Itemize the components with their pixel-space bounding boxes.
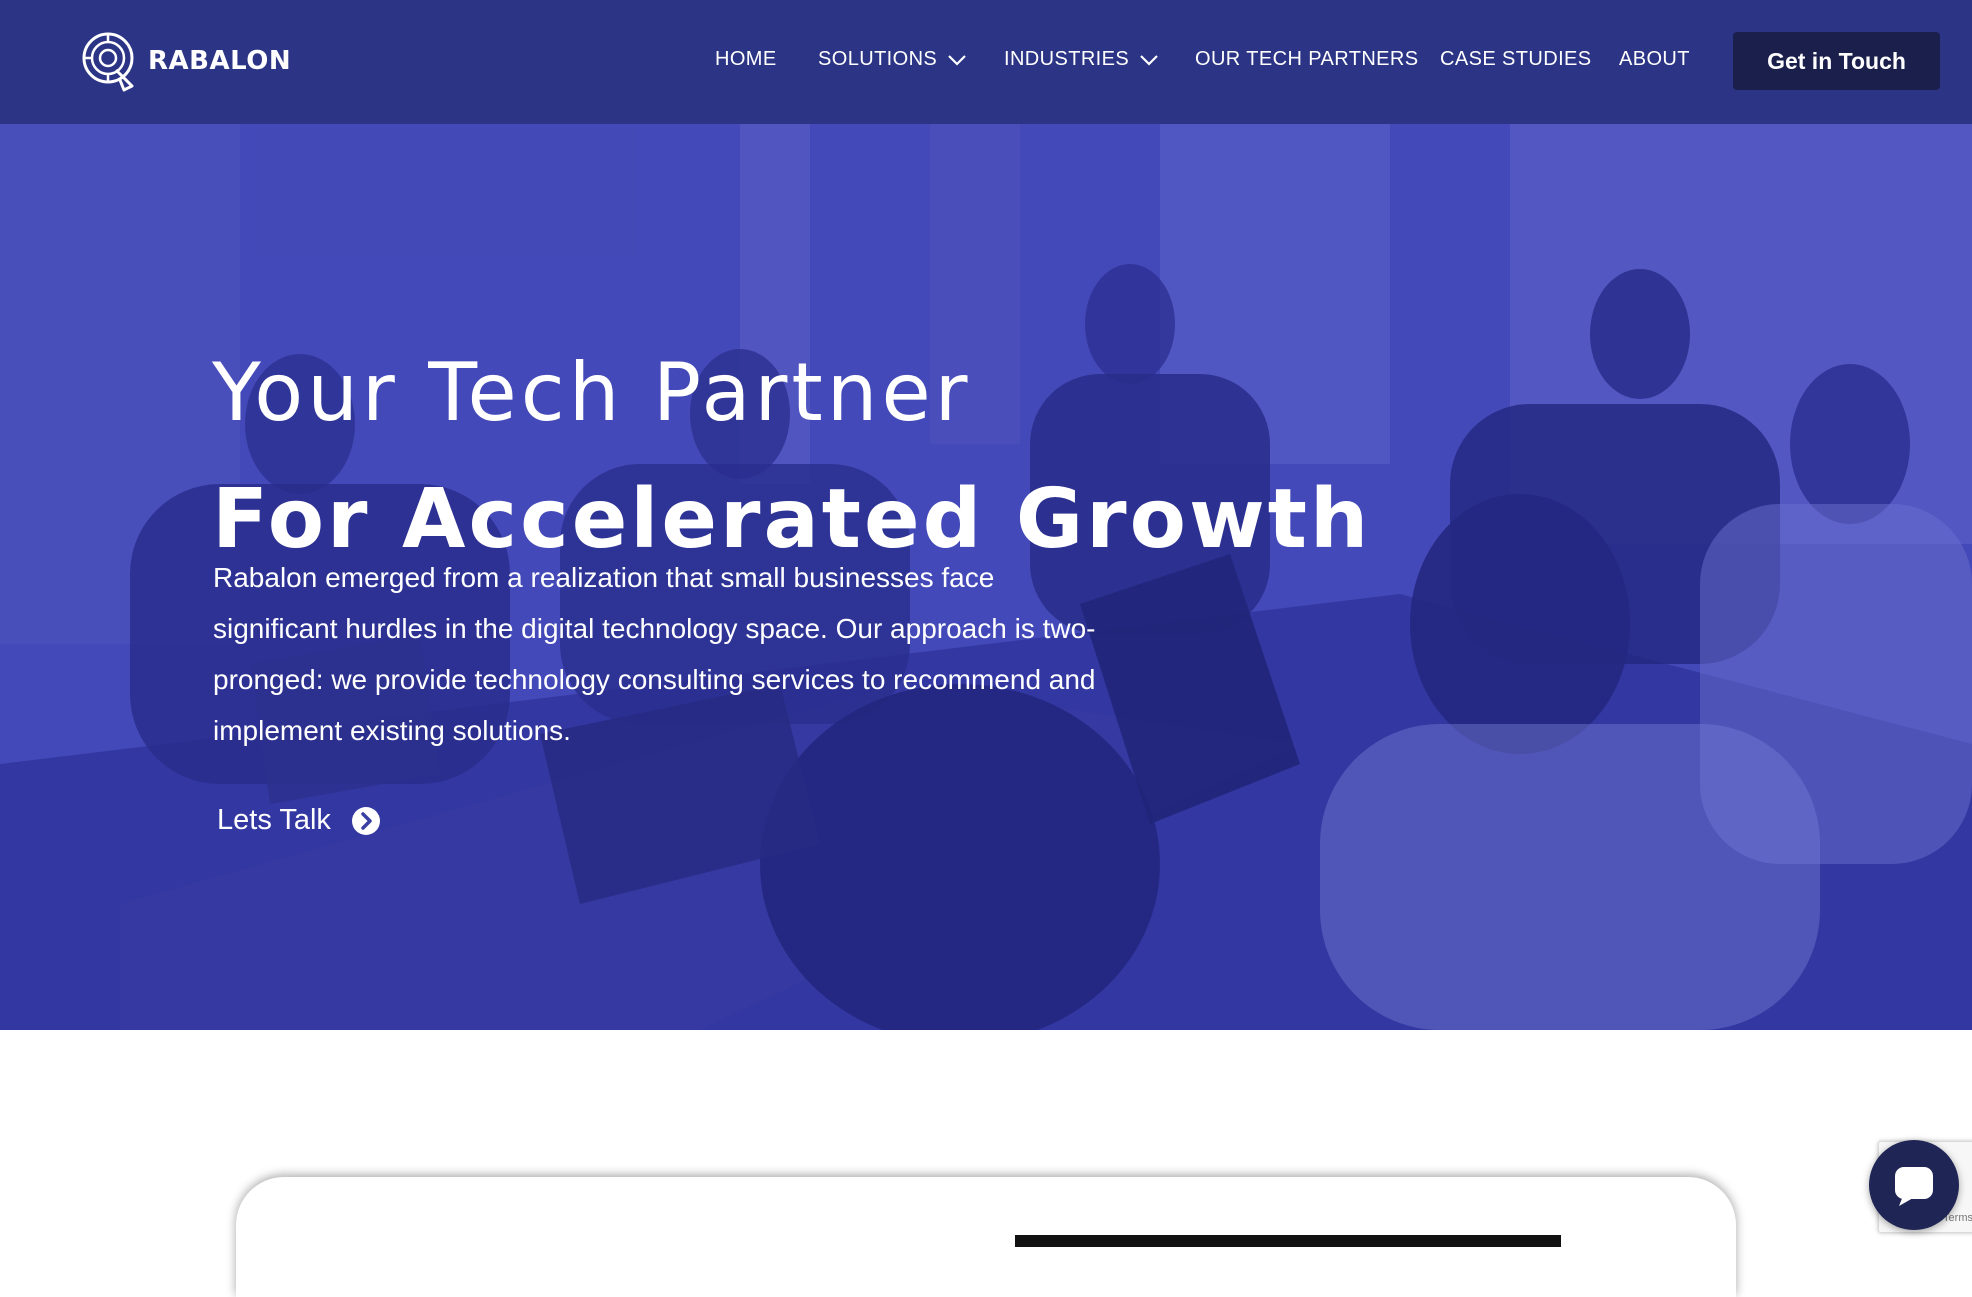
get-in-touch-button[interactable]: Get in Touch bbox=[1733, 32, 1940, 90]
nav-solutions[interactable]: SOLUTIONS bbox=[818, 48, 967, 71]
lets-talk-button[interactable]: Lets Talk bbox=[217, 804, 381, 837]
main-nav: HOME SOLUTIONS INDUSTRIES OUR TECH PARTN… bbox=[0, 0, 1972, 124]
nav-tech-partners[interactable]: OUR TECH PARTNERS bbox=[1195, 48, 1419, 71]
hero-section: Your Tech Partner For Accelerated Growth… bbox=[0, 124, 1972, 1030]
chat-widget-button[interactable] bbox=[1869, 1140, 1959, 1230]
nav-tech-partners-label: OUR TECH PARTNERS bbox=[1195, 48, 1419, 70]
hero-description: Rabalon emerged from a realization that … bbox=[213, 562, 1096, 746]
chat-bubble-icon bbox=[1895, 1167, 1933, 1206]
video-frame-top bbox=[1015, 1235, 1561, 1247]
chevron-down-icon bbox=[1140, 54, 1158, 66]
nav-case-studies[interactable]: CASE STUDIES bbox=[1440, 48, 1592, 71]
site-header: RABALON HOME SOLUTIONS INDUSTRIES OUR TE… bbox=[0, 0, 1972, 124]
hero-title-line-1: Your Tech Partner bbox=[212, 345, 972, 439]
nav-solutions-label: SOLUTIONS bbox=[818, 48, 938, 70]
nav-about[interactable]: ABOUT bbox=[1619, 48, 1690, 71]
nav-case-studies-label: CASE STUDIES bbox=[1440, 48, 1592, 70]
chevron-down-icon bbox=[948, 54, 966, 66]
arrow-circle-right-icon bbox=[351, 806, 380, 835]
nav-industries-label: INDUSTRIES bbox=[1004, 48, 1130, 70]
nav-home-label: HOME bbox=[715, 48, 777, 70]
nav-industries[interactable]: INDUSTRIES bbox=[1004, 48, 1159, 71]
nav-about-label: ABOUT bbox=[1619, 48, 1690, 70]
nav-home[interactable]: HOME bbox=[715, 48, 777, 71]
lets-talk-label: Lets Talk bbox=[217, 804, 331, 836]
